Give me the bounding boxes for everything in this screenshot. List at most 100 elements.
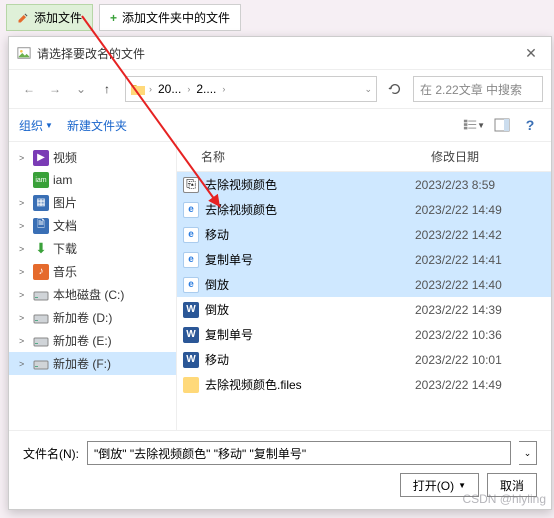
- file-open-dialog: 请选择要改名的文件 ✕ ← → ⌄ ↑ › 20... › 2.... › ⌄ …: [8, 36, 552, 510]
- new-folder-button[interactable]: 新建文件夹: [67, 117, 127, 134]
- file-date: 2023/2/22 14:39: [415, 303, 545, 317]
- sidebar-item[interactable]: > 新加卷 (F:): [9, 352, 176, 375]
- breadcrumb-seg-1[interactable]: 20...: [155, 82, 184, 96]
- file-list: 名称 修改日期 ⎘ 去除视频颜色 2023/2/23 8:59e 去除视频颜色 …: [177, 142, 551, 430]
- sidebar-item-label: 视频: [53, 149, 77, 166]
- nav-up-button[interactable]: ↑: [95, 77, 119, 101]
- nav-forward-button[interactable]: →: [43, 77, 67, 101]
- sidebar-item[interactable]: > 本地磁盘 (C:): [9, 283, 176, 306]
- chevron-down-icon: ▼: [45, 121, 53, 130]
- lnk-icon: ⎘: [183, 177, 199, 193]
- sidebar-item[interactable]: > 🗎 文档: [9, 214, 176, 237]
- new-folder-label: 新建文件夹: [67, 117, 127, 134]
- tab-add-folder-files-label: 添加文件夹中的文件: [122, 9, 230, 26]
- chevron-right-icon: ›: [149, 84, 152, 94]
- sidebar-item[interactable]: > 新加卷 (D:): [9, 306, 176, 329]
- help-icon: ?: [526, 117, 535, 133]
- preview-pane-icon: [494, 118, 510, 132]
- folder-icon: [130, 82, 146, 96]
- folder-icon: [183, 377, 199, 393]
- file-row[interactable]: W 倒放 2023/2/22 14:39: [177, 297, 551, 322]
- iam-icon: iam: [33, 172, 49, 188]
- dialog-body: > ▶ 视频 iam iam> ▦ 图片> 🗎 文档> ⬇ 下载> ♪ 音乐> …: [9, 142, 551, 430]
- download-icon: ⬇: [33, 241, 49, 257]
- filename-dropdown[interactable]: ⌄: [519, 441, 537, 465]
- word-icon: W: [183, 327, 199, 343]
- close-button[interactable]: ✕: [519, 43, 543, 63]
- sidebar-item-label: 新加卷 (D:): [53, 309, 112, 326]
- organize-menu[interactable]: 组织 ▼: [19, 117, 53, 134]
- sidebar-item[interactable]: > 新加卷 (E:): [9, 329, 176, 352]
- disk-icon: [33, 333, 49, 349]
- tree-caret-icon: >: [19, 359, 29, 369]
- file-row[interactable]: W 复制单号 2023/2/22 10:36: [177, 322, 551, 347]
- file-date: 2023/2/23 8:59: [415, 178, 545, 192]
- file-name: 移动: [205, 351, 409, 368]
- file-rows[interactable]: ⎘ 去除视频颜色 2023/2/23 8:59e 去除视频颜色 2023/2/2…: [177, 172, 551, 430]
- dialog-title: 请选择要改名的文件: [37, 45, 519, 62]
- view-options-button[interactable]: ▼: [463, 115, 485, 135]
- file-name: 去除视频颜色: [205, 176, 409, 193]
- file-name: 移动: [205, 226, 409, 243]
- column-name[interactable]: 名称: [177, 142, 421, 171]
- doc-icon: 🗎: [33, 218, 49, 234]
- watermark: CSDN @hlyling: [462, 492, 546, 506]
- file-name: 倒放: [205, 301, 409, 318]
- chevron-down-icon: ▼: [458, 481, 466, 490]
- cancel-button-label: 取消: [500, 477, 524, 494]
- refresh-button[interactable]: [383, 77, 407, 101]
- video-icon: ▶: [33, 150, 49, 166]
- file-date: 2023/2/22 14:40: [415, 278, 545, 292]
- help-button[interactable]: ?: [519, 115, 541, 135]
- file-date: 2023/2/22 10:01: [415, 353, 545, 367]
- file-name: 倒放: [205, 276, 409, 293]
- sidebar-item[interactable]: > ⬇ 下载: [9, 237, 176, 260]
- nav-back-button[interactable]: ←: [17, 77, 41, 101]
- file-name: 复制单号: [205, 326, 409, 343]
- tree-caret-icon: >: [19, 153, 29, 163]
- picture-icon: [17, 46, 31, 60]
- file-name: 去除视频颜色.files: [205, 376, 409, 393]
- sidebar-item[interactable]: > ▦ 图片: [9, 191, 176, 214]
- plus-icon: +: [110, 11, 117, 25]
- file-row[interactable]: 去除视频颜色.files 2023/2/22 14:49: [177, 372, 551, 397]
- tree-caret-icon: >: [19, 290, 29, 300]
- breadcrumb-seg-2[interactable]: 2....: [193, 82, 219, 96]
- filename-label: 文件名(N):: [23, 445, 79, 462]
- ie-icon: e: [183, 277, 199, 293]
- search-placeholder: 在 2.22文章 中搜索: [420, 81, 522, 98]
- preview-pane-button[interactable]: [491, 115, 513, 135]
- sidebar-item[interactable]: > ♪ 音乐: [9, 260, 176, 283]
- sidebar-item-label: 音乐: [53, 263, 77, 280]
- sidebar-item-label: 下载: [53, 240, 77, 257]
- chevron-down-icon[interactable]: ⌄: [364, 84, 372, 95]
- app-tabs: 添加文件 + 添加文件夹中的文件: [0, 0, 554, 31]
- word-icon: W: [183, 302, 199, 318]
- nav-recent-button[interactable]: ⌄: [69, 77, 93, 101]
- tab-add-folder-files[interactable]: + 添加文件夹中的文件: [99, 4, 241, 31]
- file-row[interactable]: e 去除视频颜色 2023/2/22 14:49: [177, 197, 551, 222]
- column-modified[interactable]: 修改日期: [421, 142, 551, 171]
- filename-input[interactable]: [87, 441, 511, 465]
- chevron-down-icon: ▼: [477, 121, 485, 130]
- refresh-icon: [388, 82, 402, 96]
- file-row[interactable]: e 复制单号 2023/2/22 14:41: [177, 247, 551, 272]
- file-row[interactable]: ⎘ 去除视频颜色 2023/2/23 8:59: [177, 172, 551, 197]
- disk-icon: [33, 310, 49, 326]
- tab-add-file[interactable]: 添加文件: [6, 4, 93, 31]
- file-date: 2023/2/22 10:36: [415, 328, 545, 342]
- sidebar-item[interactable]: > ▶ 视频: [9, 146, 176, 169]
- ie-icon: e: [183, 202, 199, 218]
- tree-caret-icon: >: [19, 267, 29, 277]
- sidebar-item-label: 文档: [53, 217, 77, 234]
- file-row[interactable]: e 移动 2023/2/22 14:42: [177, 222, 551, 247]
- search-input[interactable]: 在 2.22文章 中搜索: [413, 76, 543, 102]
- file-row[interactable]: W 移动 2023/2/22 10:01: [177, 347, 551, 372]
- music-icon: ♪: [33, 264, 49, 280]
- file-row[interactable]: e 倒放 2023/2/22 14:40: [177, 272, 551, 297]
- sidebar-tree[interactable]: > ▶ 视频 iam iam> ▦ 图片> 🗎 文档> ⬇ 下载> ♪ 音乐> …: [9, 142, 177, 430]
- sidebar-item[interactable]: iam iam: [9, 169, 176, 191]
- tree-caret-icon: >: [19, 313, 29, 323]
- file-list-header: 名称 修改日期: [177, 142, 551, 172]
- breadcrumb[interactable]: › 20... › 2.... › ⌄: [125, 76, 377, 102]
